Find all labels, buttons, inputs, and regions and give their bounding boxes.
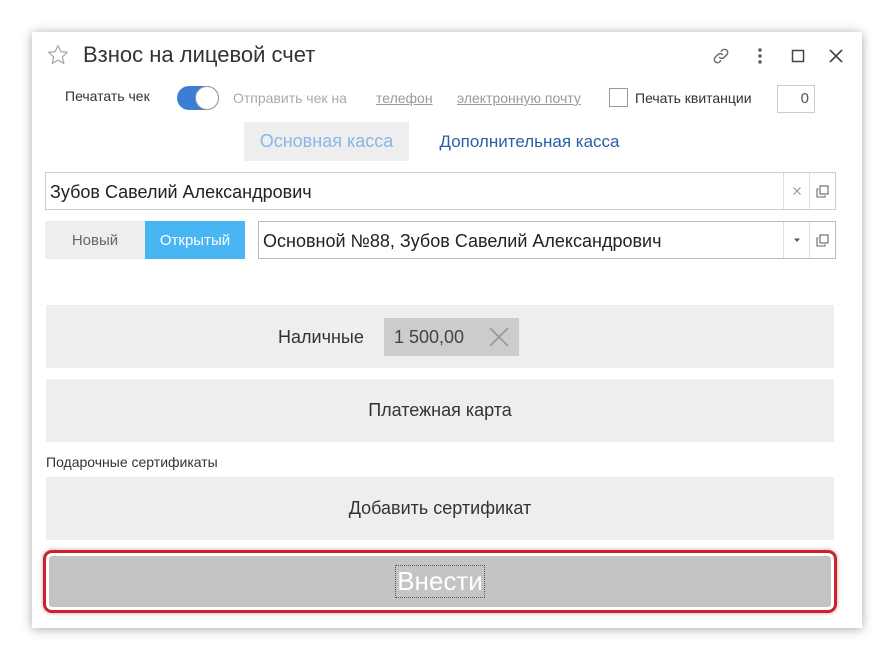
cash-payment-panel: Наличные 1 500,00	[46, 305, 834, 368]
account-new-segment[interactable]: Новый	[45, 221, 145, 259]
submit-button[interactable]: Внести	[49, 556, 831, 607]
cash-label: Наличные	[278, 327, 364, 347]
remove-cash-icon[interactable]	[485, 323, 513, 351]
star-icon[interactable]	[46, 43, 70, 67]
maximize-icon[interactable]	[787, 45, 809, 67]
client-field[interactable]: Зубов Савелий Александрович	[45, 172, 836, 210]
print-check-label: Печатать чек	[65, 88, 150, 104]
add-certificate-button[interactable]: Добавить сертификат	[46, 477, 834, 540]
clear-client-button[interactable]	[783, 173, 809, 209]
gift-certificates-label: Подарочные сертификаты	[46, 454, 218, 470]
account-dropdown-button[interactable]	[783, 222, 809, 258]
more-vertical-icon[interactable]	[749, 45, 771, 67]
open-in-window-icon	[816, 233, 829, 247]
account-value: Основной №88, Зубов Савелий Александрови…	[263, 231, 662, 251]
open-account-button[interactable]	[809, 222, 835, 258]
submit-label: Внести	[395, 565, 485, 598]
clear-icon	[792, 187, 801, 195]
deposit-dialog: Взнос на лицевой счет Печатать чек Отпра…	[32, 32, 862, 628]
open-in-window-icon	[816, 184, 829, 198]
tab-extra-register[interactable]: Дополнительная касса	[417, 122, 642, 161]
title-bar: Взнос на лицевой счет	[32, 32, 862, 80]
send-to-phone-link[interactable]: телефон	[376, 90, 433, 106]
tab-main-register[interactable]: Основная касса	[244, 122, 409, 161]
print-receipts-label: Печать квитанции	[635, 90, 752, 106]
link-icon[interactable]	[710, 45, 732, 67]
toggle-knob	[195, 86, 219, 110]
print-receipts-checkbox[interactable]	[609, 88, 628, 107]
print-check-toggle[interactable]	[177, 86, 219, 110]
print-options-row: Печатать чек Отправить чек на телефон эл…	[32, 85, 862, 115]
cash-amount-value: 1 500,00	[394, 327, 465, 347]
send-to-email-link[interactable]: электронную почту	[457, 90, 581, 106]
account-select[interactable]: Основной №88, Зубов Савелий Александрови…	[258, 221, 836, 259]
window-title: Взнос на лицевой счет	[83, 42, 316, 67]
client-value: Зубов Савелий Александрович	[50, 182, 312, 202]
account-open-segment[interactable]: Открытый	[145, 221, 245, 259]
receipts-count-field[interactable]: 0	[777, 85, 815, 113]
submit-highlight: Внести	[43, 550, 837, 613]
open-client-button[interactable]	[809, 173, 835, 209]
payment-card-button[interactable]: Платежная карта	[46, 379, 834, 442]
cash-amount-field[interactable]: 1 500,00	[384, 318, 519, 356]
close-icon[interactable]	[825, 45, 847, 67]
chevron-down-icon	[793, 238, 800, 242]
send-check-label: Отправить чек на	[233, 90, 347, 106]
